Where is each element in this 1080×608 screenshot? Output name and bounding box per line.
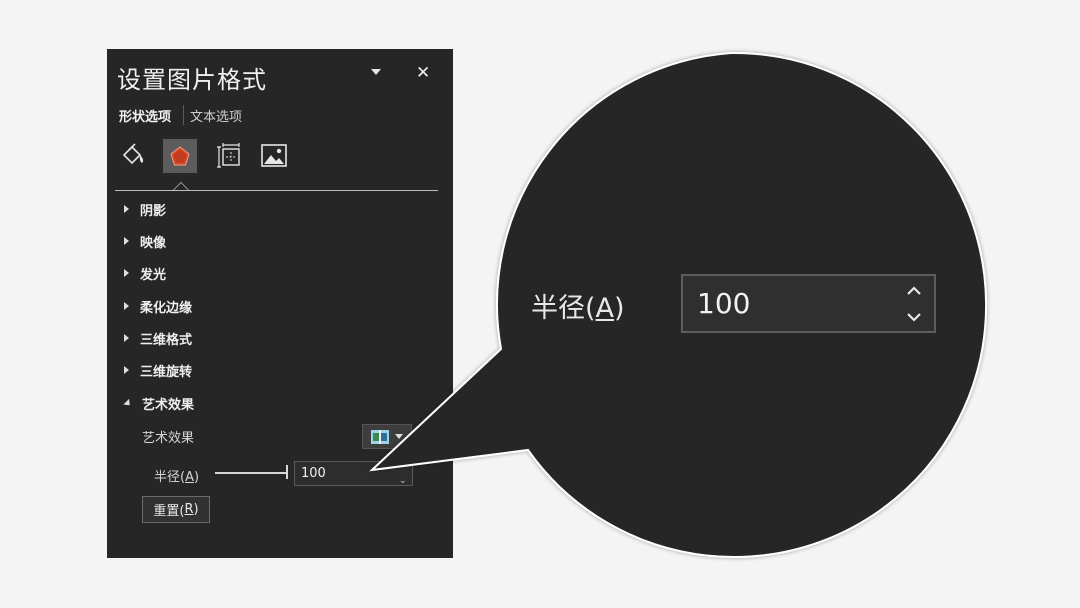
spinner-icon[interactable] (902, 280, 926, 328)
zoomed-radius-input[interactable] (681, 274, 936, 333)
zoomed-radius-label: 半径(A) (531, 293, 625, 324)
